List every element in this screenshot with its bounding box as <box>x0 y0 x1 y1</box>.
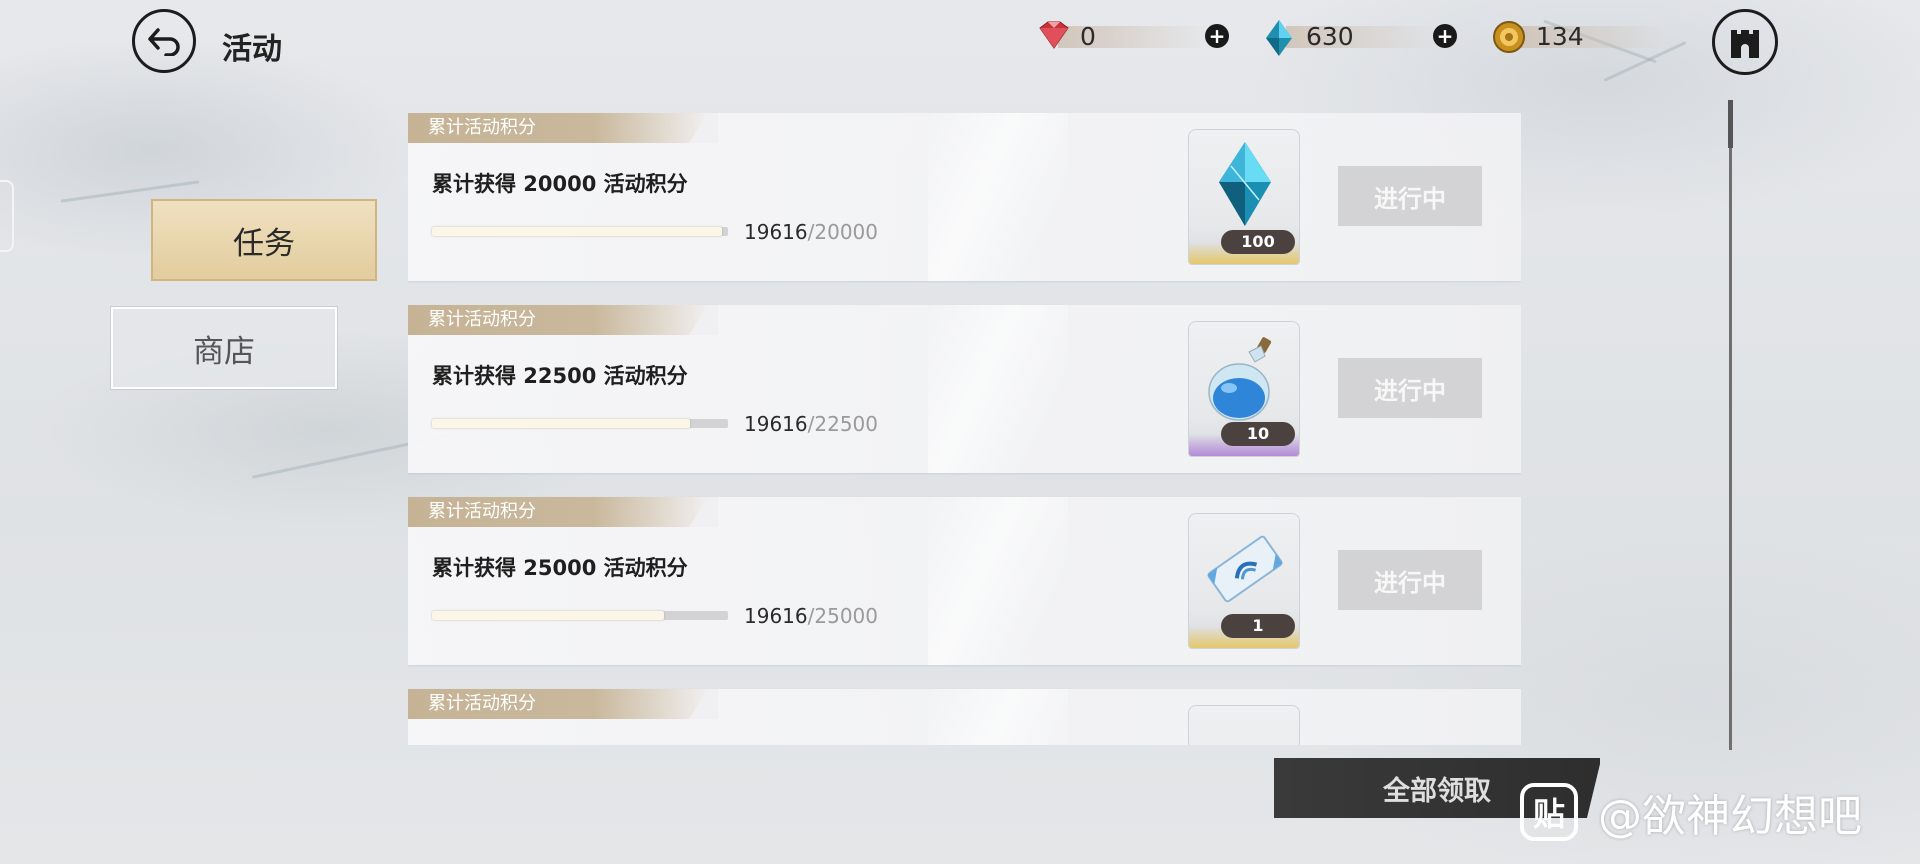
progress-text: 19616/22500 <box>744 412 878 436</box>
page-title: 活动 <box>222 32 282 67</box>
ruby-gem-icon <box>1039 21 1069 49</box>
quest-category: 累计活动积分 <box>408 689 718 719</box>
progress-text: 19616/25000 <box>744 604 878 628</box>
progress-bar <box>432 227 728 236</box>
blue-crystal-icon <box>1266 20 1292 56</box>
progress-current: 19616 <box>744 604 808 628</box>
side-edge-handle[interactable] <box>0 180 14 252</box>
status-button[interactable]: 进行中 <box>1338 166 1482 226</box>
scrollbar-thumb[interactable] <box>1728 100 1733 148</box>
watermark: 贴 @欲神幻想吧 <box>1520 780 1862 844</box>
scrollbar-track[interactable] <box>1729 100 1732 750</box>
reward-slot[interactable] <box>1188 705 1300 745</box>
status-button[interactable]: 进行中 <box>1338 550 1482 610</box>
tab-tasks[interactable]: 任务 <box>151 199 377 281</box>
add-crystal-button[interactable]: + <box>1433 24 1457 48</box>
quest-list[interactable]: 累计活动积分 累计获得 20000 活动积分 19616/20000 100 进… <box>408 113 1521 745</box>
quest-card: 累计活动积分 累计获得 25000 活动积分 19616/25000 1 进行中 <box>408 497 1521 665</box>
reward-count: 1 <box>1221 614 1295 638</box>
progress-text: 19616/20000 <box>744 220 878 244</box>
castle-icon <box>1731 30 1759 58</box>
progress-total: /25000 <box>807 604 878 628</box>
reward-count: 10 <box>1221 422 1295 446</box>
home-castle-button[interactable] <box>1712 9 1778 75</box>
tab-shop[interactable]: 商店 <box>111 307 337 389</box>
status-button[interactable]: 进行中 <box>1338 358 1482 418</box>
progress-bar <box>432 611 728 620</box>
progress-total: /22500 <box>807 412 878 436</box>
tab-tasks-label: 任务 <box>233 225 295 262</box>
quest-card: 累计活动积分 <box>408 689 1521 745</box>
progress-current: 19616 <box>744 220 808 244</box>
crystal-count: 630 <box>1306 21 1354 51</box>
progress-fill <box>432 227 723 236</box>
ruby-count: 0 <box>1080 21 1096 51</box>
watermark-text: @欲神幻想吧 <box>1598 791 1862 842</box>
add-ruby-button[interactable]: + <box>1205 24 1229 48</box>
back-button[interactable] <box>132 9 196 73</box>
currency-crystal: 630 <box>1262 18 1436 56</box>
currency-gold: 134 <box>1492 18 1666 54</box>
progress-total: /20000 <box>807 220 878 244</box>
reward-slot[interactable]: 1 <box>1188 513 1300 649</box>
currency-ruby: 0 <box>1034 18 1208 54</box>
gold-count: 134 <box>1536 21 1584 51</box>
potion-bottle-icon <box>1208 337 1272 421</box>
gold-coin-icon <box>1493 21 1525 53</box>
quest-card: 累计活动积分 累计获得 20000 活动积分 19616/20000 100 进… <box>408 113 1521 281</box>
back-arrow-icon <box>148 28 180 56</box>
progress-fill <box>432 611 665 620</box>
quest-category: 累计活动积分 <box>408 305 718 335</box>
ticket-icon <box>1207 535 1283 603</box>
blue-crystal-icon <box>1219 142 1271 226</box>
quest-title: 累计获得 22500 活动积分 <box>432 364 688 388</box>
progress-fill <box>432 419 691 428</box>
quest-card: 累计活动积分 累计获得 22500 活动积分 19616/22500 10 进行… <box>408 305 1521 473</box>
progress-bar <box>432 419 728 428</box>
quest-title: 累计获得 20000 活动积分 <box>432 172 688 196</box>
reward-slot[interactable]: 100 <box>1188 129 1300 265</box>
tieba-logo: 贴 <box>1520 783 1578 841</box>
quest-title: 累计获得 25000 活动积分 <box>432 556 688 580</box>
tab-shop-label: 商店 <box>193 333 255 370</box>
quest-category: 累计活动积分 <box>408 497 718 527</box>
reward-count: 100 <box>1221 230 1295 254</box>
progress-current: 19616 <box>744 412 808 436</box>
quest-category: 累计活动积分 <box>408 113 718 143</box>
reward-slot[interactable]: 10 <box>1188 321 1300 457</box>
